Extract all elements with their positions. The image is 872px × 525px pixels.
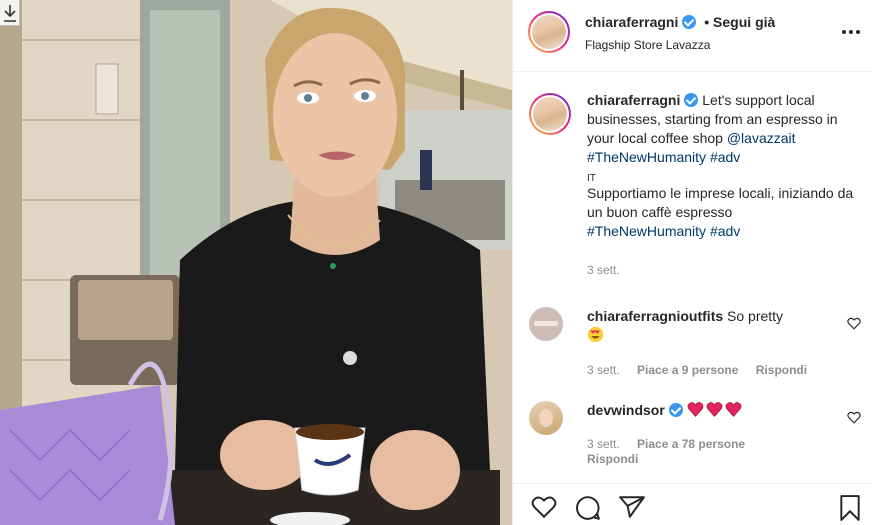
heart-icon (847, 411, 861, 424)
caption-avatar[interactable] (529, 93, 571, 135)
comment-time[interactable]: 3 sett. (587, 363, 620, 377)
caption-hashtags-it[interactable]: #TheNewHumanity #adv (587, 223, 740, 239)
author-name-row: chiaraferragni • Segui già (585, 14, 775, 30)
post-location[interactable]: Flagship Store Lavazza (585, 38, 710, 52)
comment-username[interactable]: chiaraferragnioutfits (587, 308, 723, 324)
comment-text: devwindsor (587, 401, 837, 420)
caption-text-it: Supportiamo le imprese locali, iniziando… (587, 185, 854, 220)
language-tag: IT (587, 173, 596, 184)
like-comment-button[interactable] (847, 411, 863, 427)
like-button[interactable] (531, 495, 559, 523)
comment-likes[interactable]: Piace a 78 persone (637, 437, 745, 451)
caption-time[interactable]: 3 sett. (587, 263, 620, 277)
commenter-avatar[interactable] (529, 401, 563, 435)
avatar-image (533, 97, 567, 131)
verified-badge-icon (668, 403, 683, 417)
post-photo-illustration (0, 0, 512, 525)
avatar-image (532, 15, 566, 49)
caption-mention[interactable]: @lavazzait (727, 130, 796, 146)
verified-badge-icon (684, 93, 699, 107)
comment-body: So pretty (727, 308, 784, 324)
author-avatar[interactable] (528, 11, 570, 53)
share-icon (619, 496, 645, 518)
comment-text: chiaraferragnioutfits So pretty (587, 307, 837, 345)
download-button[interactable] (0, 0, 20, 26)
comment-meta-reply: Rispondi (587, 452, 652, 466)
bookmark-icon (840, 495, 860, 521)
save-button[interactable] (839, 495, 867, 523)
post-actions-bar (513, 483, 872, 525)
commenter-avatar[interactable] (529, 307, 563, 341)
red-heart-emoji-icon (725, 402, 742, 417)
more-options-icon (842, 30, 860, 34)
share-button[interactable] (619, 495, 647, 523)
comment-likes[interactable]: Piace a 9 persone (637, 363, 738, 377)
download-icon (4, 5, 16, 22)
comment-reply-button[interactable]: Rispondi (587, 452, 638, 466)
comments-area[interactable]: chiaraferragni Let's support local busin… (513, 73, 872, 483)
comment-meta: 3 sett. Piace a 9 persone Rispondi (587, 363, 821, 377)
heart-icon (531, 496, 557, 519)
comment-meta: 3 sett. Piace a 78 persone (587, 437, 759, 451)
caption-hashtags-en[interactable]: #TheNewHumanity #adv (587, 149, 740, 165)
comment-button[interactable] (575, 495, 603, 523)
heart-eyes-emoji-icon (587, 326, 604, 343)
post-header: chiaraferragni • Segui già Flagship Stor… (513, 0, 872, 72)
caption-text: chiaraferragni Let's support local busin… (587, 91, 857, 241)
comment-username[interactable]: devwindsor (587, 402, 665, 418)
heart-icon (847, 317, 861, 330)
verified-badge-icon (682, 15, 697, 29)
caption-username[interactable]: chiaraferragni (587, 92, 680, 108)
red-heart-emoji-icon (687, 402, 704, 417)
like-comment-button[interactable] (847, 317, 863, 333)
comment-time[interactable]: 3 sett. (587, 437, 620, 451)
post-details-panel: chiaraferragni • Segui già Flagship Stor… (512, 0, 872, 525)
post-photo[interactable] (0, 0, 512, 525)
red-heart-emoji-icon (706, 402, 723, 417)
comment-icon (576, 496, 600, 520)
author-username[interactable]: chiaraferragni (585, 14, 678, 30)
more-options-button[interactable] (839, 22, 863, 42)
follow-status-button[interactable]: • Segui già (704, 14, 775, 30)
comment-reply-button[interactable]: Rispondi (756, 363, 807, 377)
